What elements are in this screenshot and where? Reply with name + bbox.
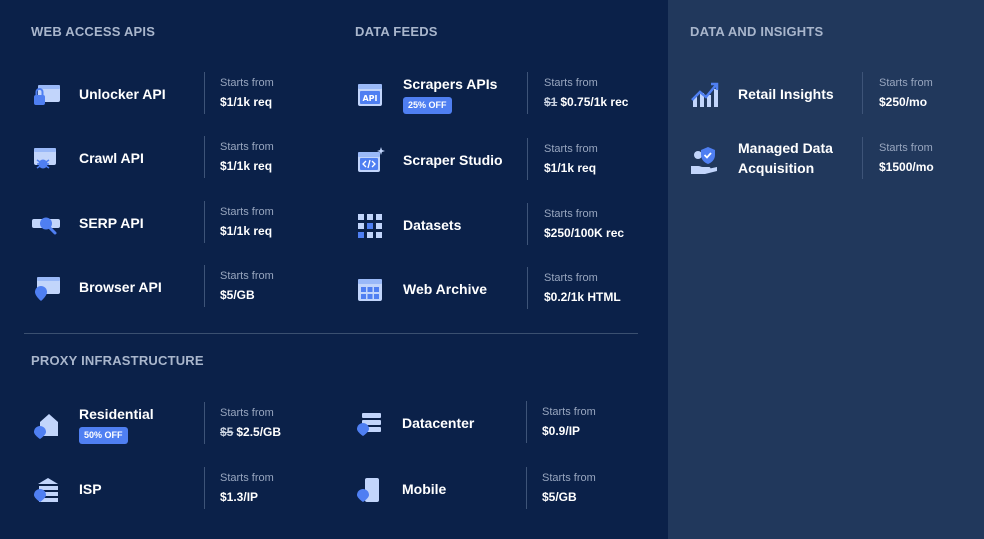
menu-item-datasets[interactable]: Datasets Starts from $250/100K rec xyxy=(355,203,645,249)
serp-api-label: SERP API xyxy=(79,215,144,231)
stack-pin-icon xyxy=(34,478,58,502)
managed-data-acquisition-label-line1: Managed Data xyxy=(738,140,833,156)
item-divider xyxy=(204,201,205,243)
section-title-web-access: WEB ACCESS APIS xyxy=(31,24,156,39)
web-archive-price: $0.2/1k HTML xyxy=(544,290,621,304)
section-title-proxy: PROXY INFRASTRUCTURE xyxy=(31,353,204,368)
residential-label: Residential xyxy=(79,406,154,422)
api-window-icon: API xyxy=(358,84,382,106)
isp-label: ISP xyxy=(79,481,102,497)
browser-api-label: Browser API xyxy=(79,279,162,295)
section-title-insights: DATA AND INSIGHTS xyxy=(690,24,824,39)
item-divider xyxy=(204,136,205,178)
datasets-label: Datasets xyxy=(403,217,462,233)
item-divider xyxy=(527,72,528,114)
starts-from-label: Starts from xyxy=(879,77,933,89)
svg-text:API: API xyxy=(362,94,377,103)
unlocker-api-label: Unlocker API xyxy=(79,86,166,102)
house-pin-icon xyxy=(34,414,58,439)
starts-from-label: Starts from xyxy=(220,141,274,153)
menu-item-browser-api[interactable]: Browser API Starts from $5/GB xyxy=(31,265,331,311)
item-divider xyxy=(204,402,205,444)
retail-insights-label: Retail Insights xyxy=(738,86,834,102)
hand-shield-icon xyxy=(691,147,717,174)
spider-window-icon xyxy=(34,148,56,169)
item-divider xyxy=(527,267,528,309)
browser-api-price: $5/GB xyxy=(220,288,255,302)
menu-item-datacenter[interactable]: Datacenter Starts from $0.9/IP xyxy=(354,401,644,447)
starts-from-label: Starts from xyxy=(220,206,274,218)
web-archive-label: Web Archive xyxy=(403,281,488,297)
item-divider xyxy=(527,203,528,245)
menu-item-scraper-studio[interactable]: Scraper Studio Starts from $1/1k req xyxy=(355,138,645,184)
datasets-price: $250/100K rec xyxy=(544,226,625,240)
starts-from-label: Starts from xyxy=(220,270,274,282)
scraper-studio-label: Scraper Studio xyxy=(403,152,503,168)
section-divider xyxy=(24,333,638,334)
scrapers-apis-label: Scrapers APIs xyxy=(403,76,498,92)
item-divider xyxy=(526,401,527,443)
item-divider xyxy=(204,72,205,114)
discount-badge: 50% OFF xyxy=(79,427,128,444)
menu-item-residential[interactable]: Residential 50% OFF Starts from $5 $2.5/G… xyxy=(31,402,331,448)
starts-from-label: Starts from xyxy=(879,142,933,154)
retail-insights-price: $250/mo xyxy=(879,95,928,109)
magnifier-icon xyxy=(32,217,60,235)
managed-data-acquisition-label-line2: Acquisition xyxy=(738,160,815,176)
menu-item-web-archive[interactable]: Web Archive Starts from $0.2/1k HTML xyxy=(355,267,645,313)
serp-api-price: $1/1k req xyxy=(220,224,273,238)
browser-pin-icon xyxy=(35,277,60,301)
new-price: $0.75/1k rec xyxy=(560,95,629,109)
menu-item-unlocker-api[interactable]: Unlocker API Starts from $1/1k req xyxy=(31,72,331,118)
menu-item-scrapers-apis[interactable]: API Scrapers APIs 25% OFF Starts from $1… xyxy=(355,72,645,118)
scrapers-apis-price: $1 $0.75/1k rec xyxy=(544,95,628,109)
mobile-label: Mobile xyxy=(402,481,447,497)
menu-item-isp[interactable]: ISP Starts from $1.3/IP xyxy=(31,467,331,513)
menu-item-mobile[interactable]: Mobile Starts from $5/GB xyxy=(354,467,644,513)
menu-item-retail-insights[interactable]: Retail Insights Starts from $250/mo xyxy=(690,72,970,118)
starts-from-label: Starts from xyxy=(220,472,274,484)
managed-data-acquisition-price: $1500/mo xyxy=(879,160,934,174)
starts-from-label: Starts from xyxy=(544,77,598,89)
starts-from-label: Starts from xyxy=(544,208,598,220)
menu-item-serp-api[interactable]: SERP API Starts from $1/1k req xyxy=(31,201,331,247)
phone-pin-icon xyxy=(357,478,379,502)
isp-price: $1.3/IP xyxy=(220,490,259,504)
item-divider xyxy=(527,138,528,180)
starts-from-label: Starts from xyxy=(544,272,598,284)
old-price: $5 xyxy=(220,425,234,439)
datacenter-label: Datacenter xyxy=(402,415,475,431)
starts-from-label: Starts from xyxy=(544,143,598,155)
item-divider xyxy=(204,265,205,307)
datacenter-price: $0.9/IP xyxy=(542,424,581,438)
item-divider xyxy=(862,137,863,179)
crawl-api-label: Crawl API xyxy=(79,150,144,166)
starts-from-label: Starts from xyxy=(220,77,274,89)
scraper-studio-price: $1/1k req xyxy=(544,161,597,175)
server-pin-icon xyxy=(357,413,381,436)
new-price: $2.5/GB xyxy=(236,425,282,439)
lock-window-icon xyxy=(34,85,60,105)
starts-from-label: Starts from xyxy=(542,406,596,418)
grid-icon xyxy=(358,214,382,238)
menu-item-crawl-api[interactable]: Crawl API Starts from $1/1k req xyxy=(31,136,331,182)
item-divider xyxy=(862,72,863,114)
section-title-data-feeds: DATA FEEDS xyxy=(355,24,438,39)
old-price: $1 xyxy=(544,95,558,109)
residential-price: $5 $2.5/GB xyxy=(220,425,281,439)
mobile-price: $5/GB xyxy=(542,490,577,504)
item-divider xyxy=(204,467,205,509)
starts-from-label: Starts from xyxy=(542,472,596,484)
unlocker-api-price: $1/1k req xyxy=(220,95,273,109)
item-divider xyxy=(526,467,527,509)
archive-window-icon xyxy=(358,279,382,301)
code-window-icon xyxy=(358,147,385,172)
menu-item-managed-data-acquisition[interactable]: Managed Data Acquisition Starts from $15… xyxy=(690,137,970,183)
crawl-api-price: $1/1k req xyxy=(220,159,273,173)
discount-badge: 25% OFF xyxy=(403,97,452,114)
starts-from-label: Starts from xyxy=(220,407,274,419)
chart-growth-icon xyxy=(691,82,719,107)
